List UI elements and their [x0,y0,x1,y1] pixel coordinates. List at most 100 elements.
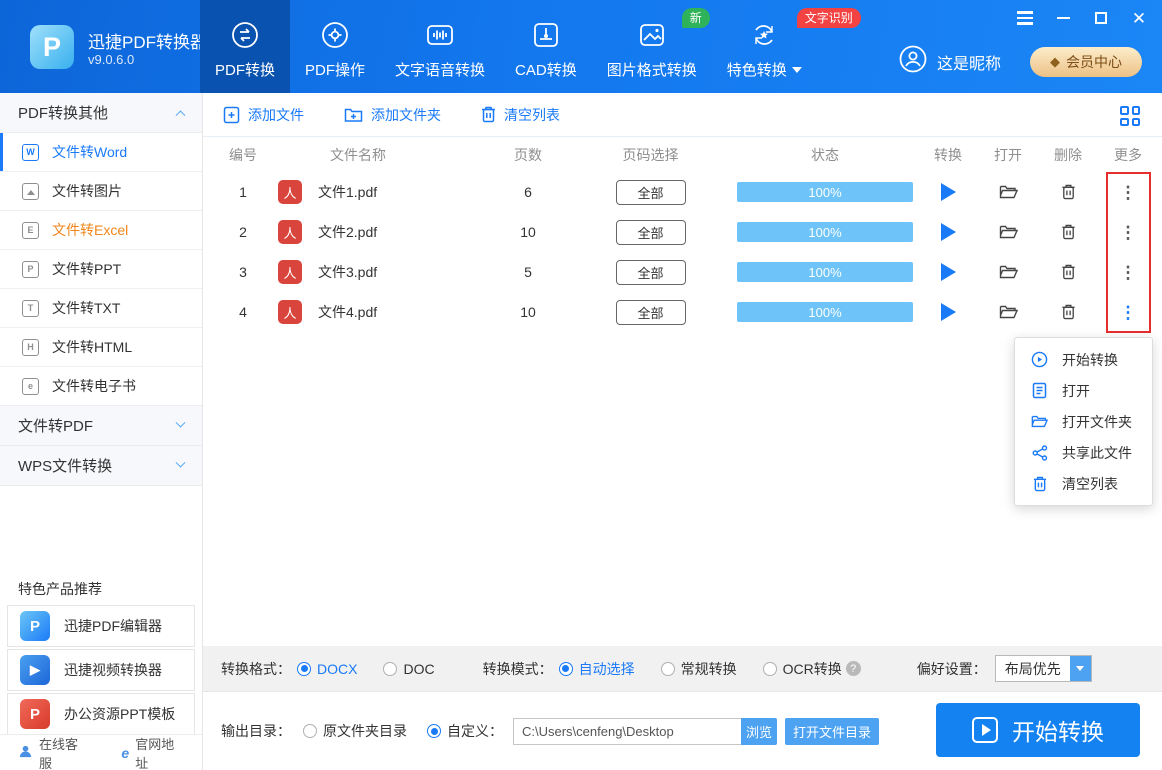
menu-item-label: 清空列表 [1062,475,1118,492]
radio-docx[interactable] [297,661,311,676]
product-pdf-editor[interactable]: P 迅捷PDF编辑器 [7,605,195,647]
page-select-button[interactable]: 全部 [615,219,686,245]
radio-doc[interactable] [383,661,398,676]
pdf-editor-icon: P [20,611,50,641]
sidebar-section-to-pdf[interactable]: 文件转PDF [0,406,202,446]
page-select-button[interactable]: 全部 [615,299,686,325]
delete-button[interactable] [1038,172,1098,212]
output-path-input[interactable] [513,717,741,745]
vip-center-button[interactable]: ◆ 会员中心 [1030,47,1142,77]
radio-auto-select[interactable] [558,661,573,676]
more-options-button[interactable]: ⋮ [1120,264,1137,281]
open-file-directory-button[interactable]: 打开文件目录 [785,717,880,745]
word-file-icon: W [22,143,39,161]
radio-docx-label[interactable]: DOCX [317,661,357,677]
delete-button[interactable] [1038,252,1098,292]
grid-view-icon[interactable] [1120,106,1140,126]
voice-wave-icon [424,19,456,51]
open-folder-button[interactable] [978,292,1038,332]
radio-doc-label[interactable]: DOC [403,661,434,677]
page-select-button[interactable]: 全部 [615,179,686,205]
progress-bar: 100% [737,262,913,282]
row-pages: 10 [520,304,536,320]
radio-source-folder[interactable] [303,724,317,738]
progress-bar: 100% [737,302,913,322]
sidebar-item-to-ppt[interactable]: P 文件转PPT [0,250,202,289]
close-button[interactable]: ✕ [1130,9,1148,27]
tab-label: 图片格式转换 [606,62,697,79]
tab-pdf-operate[interactable]: PDF操作 [290,0,380,93]
official-site-link[interactable]: e 官网地址 [121,734,184,770]
sidebar-item-to-html[interactable]: H 文件转HTML [0,328,202,367]
trash-icon [1031,475,1048,492]
convert-play-button[interactable] [940,303,956,321]
start-convert-button[interactable]: 开始转换 [936,703,1140,757]
browse-button[interactable]: 浏览 [741,717,777,745]
pdf-file-icon: 人 [278,300,302,324]
online-support-link[interactable]: 在线客服 [18,734,87,770]
window-controls: ✕ [1016,9,1148,27]
menu-item-start-convert[interactable]: 开始转换 [1015,344,1152,375]
tab-pdf-convert[interactable]: PDF转换 [200,0,291,93]
radio-auto-select-label[interactable]: 自动选择 [579,659,635,679]
page-select-button[interactable]: 全部 [615,259,686,285]
menu-icon[interactable] [1016,9,1034,27]
play-square-icon [972,717,998,743]
sidebar-item-label: 文件转电子书 [52,378,136,394]
radio-normal-convert-label[interactable]: 常规转换 [681,659,737,679]
add-file-button[interactable]: 添加文件 [223,105,304,125]
open-folder-button[interactable] [978,172,1038,212]
sidebar-item-label: 文件转图片 [52,183,122,199]
chevron-down-icon [175,417,186,428]
help-icon[interactable]: ? [845,661,861,676]
col-header-filename: 文件名称 [330,146,386,163]
clear-list-button[interactable]: 清空列表 [481,105,560,125]
minimize-button[interactable] [1054,9,1072,27]
product-ppt-templates[interactable]: P 办公资源PPT模板 [7,693,195,735]
tab-special-convert[interactable]: 文字识别 特色转换 [712,0,861,93]
radio-ocr-convert[interactable] [762,661,777,676]
convert-play-button[interactable] [940,263,956,281]
more-options-button[interactable]: ⋮ [1120,224,1137,241]
product-video-converter[interactable]: ▶ 迅捷视频转换器 [7,649,195,691]
sidebar-item-to-txt[interactable]: T 文件转TXT [0,289,202,328]
tab-text-voice-convert[interactable]: 文字语音转换 [380,0,500,93]
sidebar-section-wps-convert[interactable]: WPS文件转换 [0,446,202,486]
open-folder-button[interactable] [978,212,1038,252]
tab-cad-convert[interactable]: CAD转换 [500,0,592,93]
radio-normal-convert[interactable] [660,661,675,676]
convert-play-button[interactable] [940,183,956,201]
menu-item-open[interactable]: 打开 [1015,375,1152,406]
sidebar-item-to-excel[interactable]: E 文件转Excel [0,211,202,250]
user-account[interactable]: 这是昵称 [898,44,1001,79]
row-filename: 文件1.pdf [318,184,378,200]
menu-item-clear-list[interactable]: 清空列表 [1015,468,1152,499]
delete-button[interactable] [1038,212,1098,252]
row-filename: 文件4.pdf [318,304,378,320]
radio-source-folder-label[interactable]: 原文件夹目录 [323,721,407,741]
more-options-button-active[interactable]: ⋮ [1120,304,1137,321]
pdf-file-icon: 人 [278,220,302,244]
sidebar-item-to-word[interactable]: W 文件转Word [0,133,202,172]
preference-dropdown[interactable]: 布局优先 [994,655,1092,682]
html-file-icon: H [22,338,39,356]
open-folder-button[interactable] [978,252,1038,292]
sidebar-section-pdf-other[interactable]: PDF转换其他 [0,93,202,133]
col-header-page-select: 页码选择 [622,146,679,163]
menu-item-open-folder[interactable]: 打开文件夹 [1015,406,1152,437]
add-folder-button[interactable]: 添加文件夹 [344,105,441,125]
radio-custom-dir[interactable] [427,724,441,738]
radio-custom-dir-label[interactable]: 自定义： [447,721,503,741]
progress-bar: 100% [737,222,913,242]
maximize-button[interactable] [1092,9,1110,27]
more-options-button[interactable]: ⋮ [1120,184,1137,201]
radio-ocr-convert-label[interactable]: OCR转换 [783,659,842,679]
delete-button[interactable] [1038,292,1098,332]
sidebar-item-to-ebook[interactable]: e 文件转电子书 [0,367,202,406]
tab-image-format-convert[interactable]: 新 图片格式转换 [592,0,712,93]
convert-play-button[interactable] [940,223,956,241]
sidebar: PDF转换其他 W 文件转Word 文件转图片 E 文件转Excel P 文件转… [0,93,203,770]
menu-item-share-file[interactable]: 共享此文件 [1015,437,1152,468]
sidebar-item-to-image[interactable]: 文件转图片 [0,172,202,211]
row-number: 1 [239,184,247,200]
